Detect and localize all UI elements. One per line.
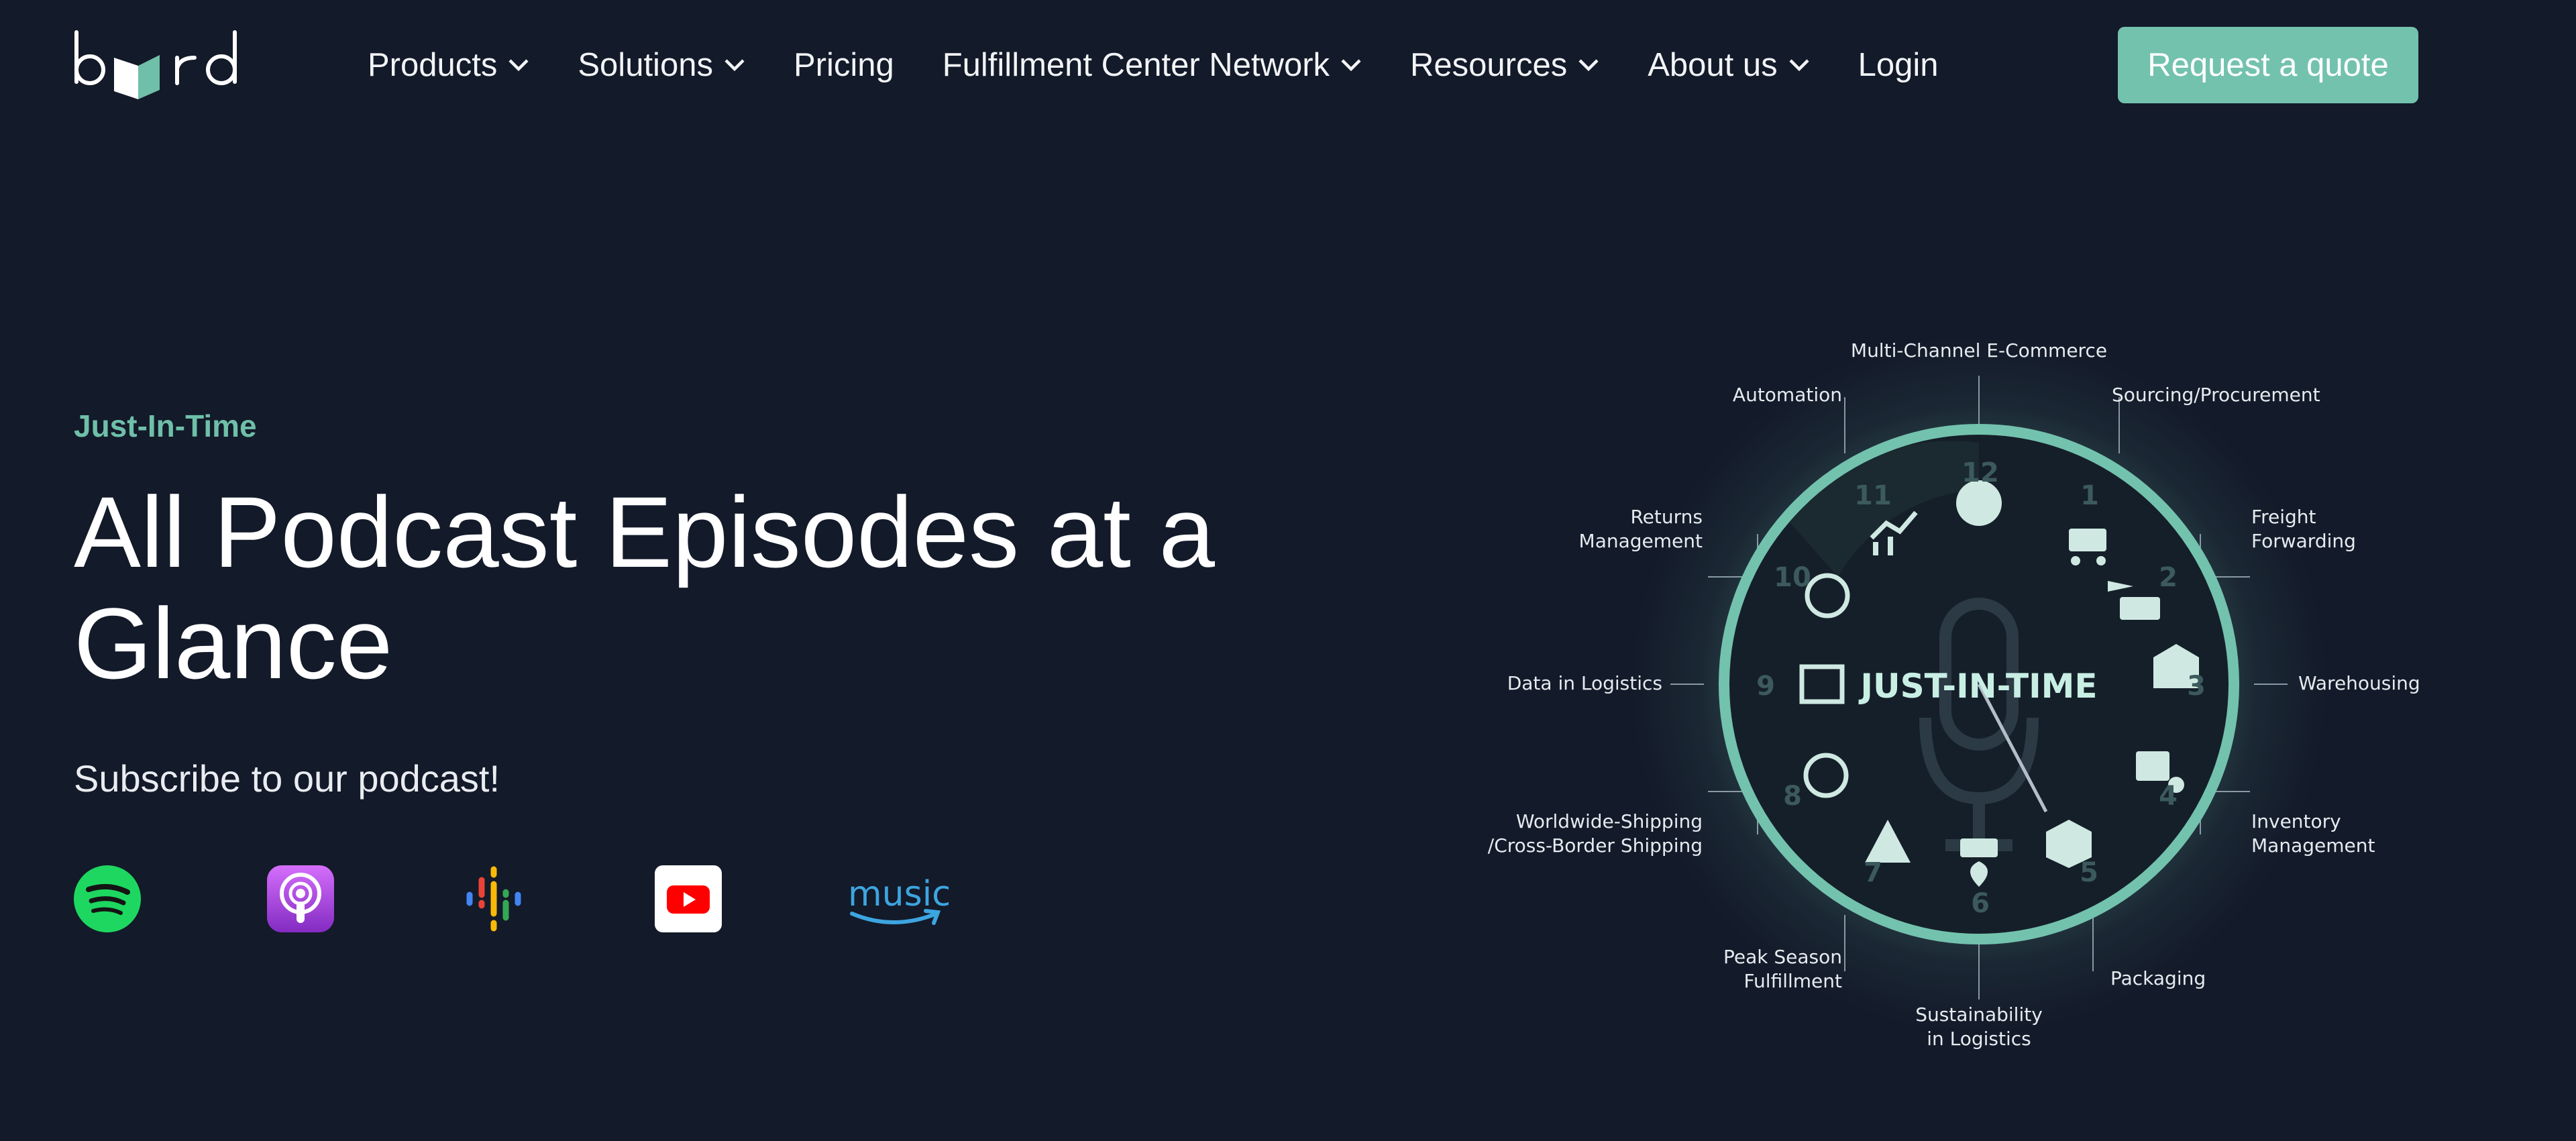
label-inventory-management-line2: Management (2251, 834, 2375, 857)
page-title: All Podcast Episodes at a Glance (74, 476, 1215, 700)
segment-9-number: 9 (1756, 671, 1775, 702)
label-sustainability-line1: Sustainability (1915, 1003, 2043, 1026)
label-worldwide-shipping-line2: /Cross-Border Shipping (1488, 834, 1703, 857)
nav-login-label: Login (1858, 47, 1939, 83)
just-in-time-diagram: JUST-IN-TIME 12 1 2 3 4 5 6 7 8 9 10 11 (1462, 315, 2442, 1100)
segment-12-number: 12 (1962, 457, 1999, 488)
nav-fulfillment-center-network[interactable]: Fulfillment Center Network (943, 46, 1362, 84)
segment-3-number: 3 (2187, 671, 2206, 702)
segment-5-number: 5 (2080, 857, 2098, 888)
jit-clock-graphic: JUST-IN-TIME 12 1 2 3 4 5 6 7 8 9 10 11 (1488, 335, 2420, 1050)
nav-pricing-label: Pricing (793, 47, 894, 83)
label-multi-channel-ecommerce: Multi-Channel E-Commerce (1851, 339, 2107, 362)
diagram-center-title: JUST-IN-TIME (1858, 667, 2097, 706)
nav-products[interactable]: Products (368, 46, 529, 84)
label-peak-season-line1: Peak Season (1723, 946, 1842, 968)
segment-11-number: 11 (1854, 480, 1892, 511)
chevron-down-icon (1578, 59, 1599, 72)
segment-4-number: 4 (2159, 781, 2178, 812)
label-sustainability-line2: in Logistics (1927, 1028, 2031, 1050)
label-peak-season-line2: Fulfillment (1743, 970, 1842, 992)
amazon-music-icon[interactable]: music (847, 864, 949, 934)
label-returns-management-line2: Management (1579, 530, 1703, 552)
label-worldwide-shipping-line1: Worldwide-Shipping (1516, 810, 1703, 832)
segment-8-number: 8 (1783, 781, 1802, 812)
hero-eyebrow: Just-In-Time (74, 409, 257, 443)
label-sourcing-procurement: Sourcing/Procurement (2112, 384, 2320, 406)
request-quote-button[interactable]: Request a quote (2118, 27, 2418, 103)
google-podcasts-icon[interactable] (459, 864, 529, 934)
nav-solutions[interactable]: Solutions (578, 46, 745, 84)
amazon-music-wordmark: music (848, 874, 949, 914)
subscribe-text: Subscribe to our podcast! (74, 757, 500, 800)
segment-1-number: 1 (2080, 480, 2099, 511)
nav-pricing[interactable]: Pricing (794, 46, 894, 84)
nav-about-us[interactable]: About us (1648, 46, 1809, 84)
nav-solutions-label: Solutions (578, 47, 713, 83)
label-automation: Automation (1733, 384, 1842, 406)
chevron-down-icon (724, 59, 745, 72)
label-warehousing: Warehousing (2298, 672, 2420, 694)
nav-resources[interactable]: Resources (1410, 46, 1599, 84)
nav-login[interactable]: Login (1858, 46, 1939, 84)
nav-fulfillment-label: Fulfillment Center Network (942, 47, 1330, 83)
label-data-in-logistics: Data in Logistics (1507, 672, 1662, 694)
chevron-down-icon (1341, 59, 1361, 72)
nav-resources-label: Resources (1410, 47, 1568, 83)
chevron-down-icon (1789, 59, 1809, 72)
chevron-down-icon (508, 59, 529, 72)
label-returns-management-line1: Returns (1630, 506, 1703, 528)
segment-6-number: 6 (1971, 888, 1990, 919)
label-packaging: Packaging (2110, 967, 2206, 989)
label-freight-forwarding-line2: Forwarding (2251, 530, 2356, 552)
spotify-icon[interactable] (72, 864, 142, 934)
youtube-icon[interactable] (653, 864, 723, 934)
label-inventory-management-line1: Inventory (2251, 810, 2341, 832)
nav-products-label: Products (368, 47, 498, 83)
apple-podcasts-icon[interactable] (266, 864, 335, 934)
byrd-logo[interactable] (72, 27, 258, 107)
nav-about-label: About us (1648, 47, 1778, 83)
segment-7-number: 7 (1864, 857, 1882, 888)
label-freight-forwarding-line1: Freight (2251, 506, 2316, 528)
main-nav: Products Solutions Pricing Fulfillment C… (368, 42, 1987, 89)
segment-10-number: 10 (1774, 562, 1811, 593)
segment-2-number: 2 (2159, 562, 2178, 593)
